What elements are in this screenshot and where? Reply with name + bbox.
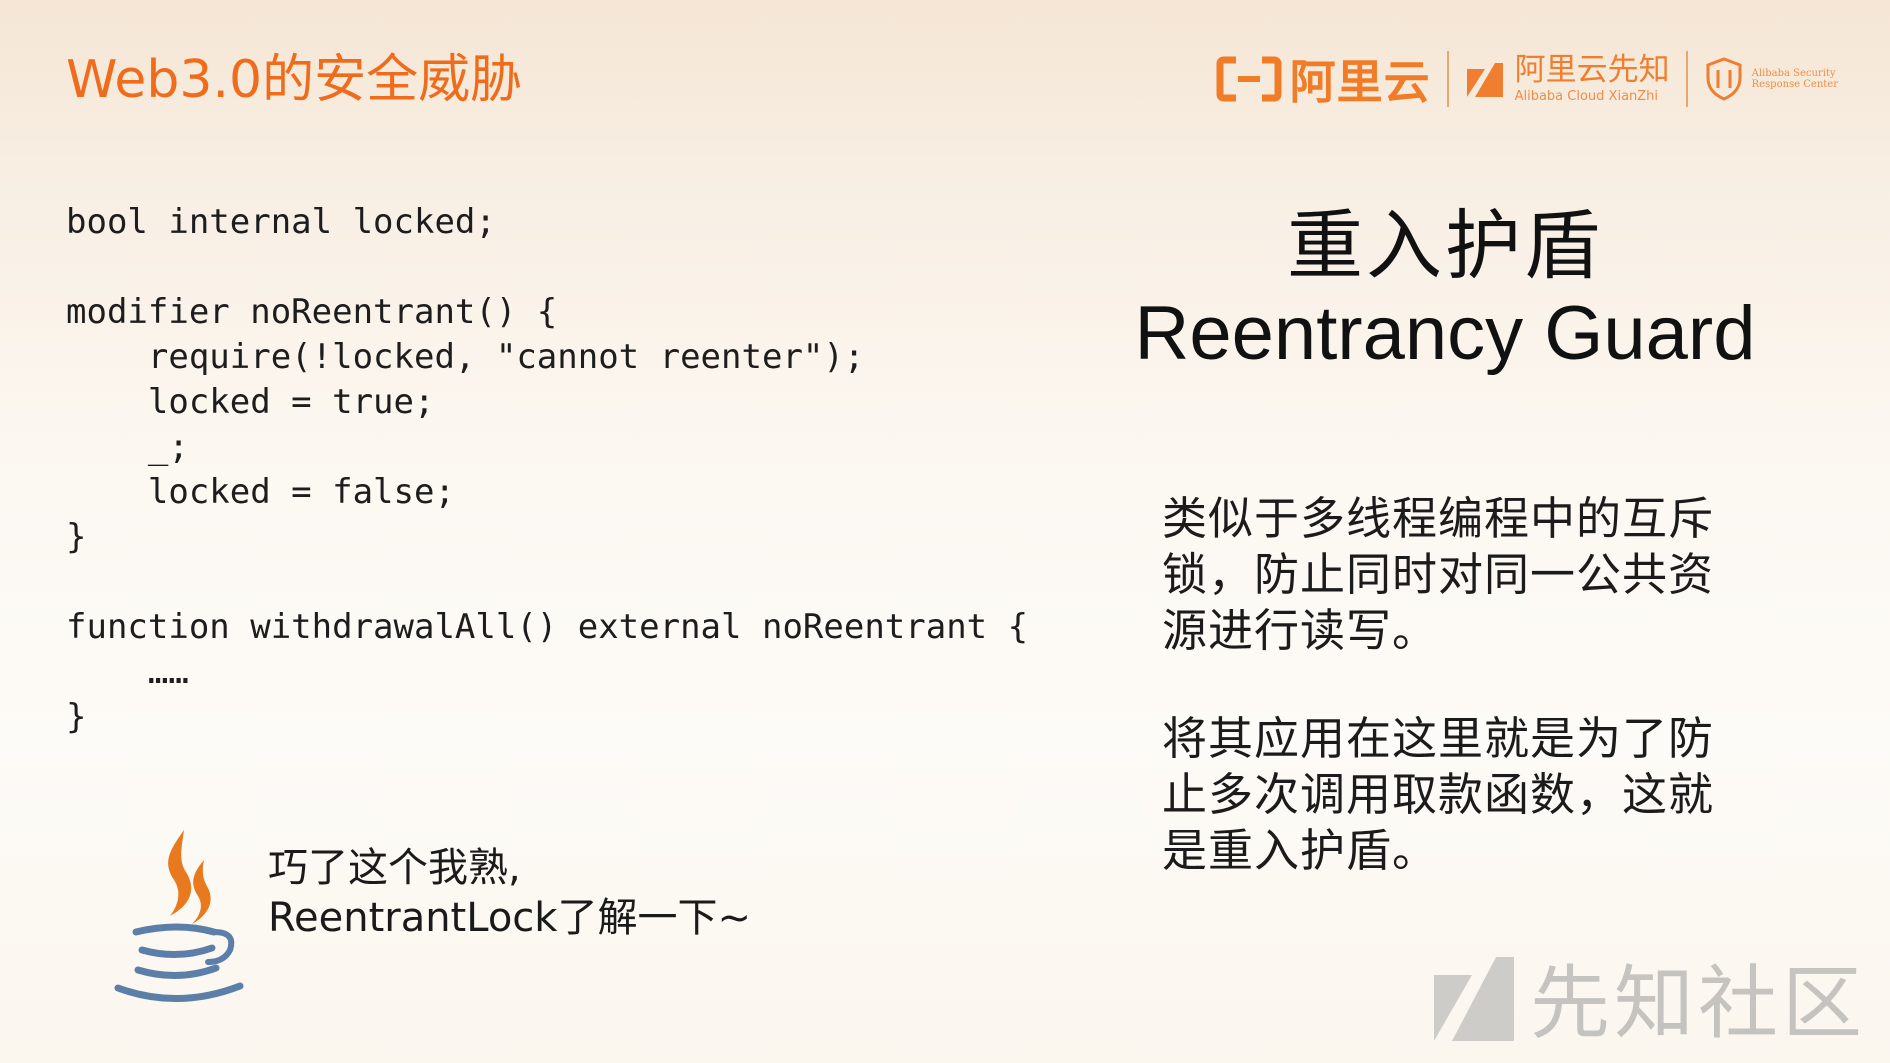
guard-title-en: Reentrancy Guard — [1134, 291, 1756, 376]
xianzhi-english-name: Alibaba Cloud XianZhi — [1514, 89, 1659, 104]
code-line: } — [66, 517, 87, 557]
note-line-1: 巧了这个我熟, — [268, 845, 521, 891]
note-line-2: ReentrantLock了解一下~ — [268, 895, 751, 941]
code-line: …… — [66, 652, 189, 692]
asrc-line-1: Alibaba Security — [1751, 68, 1836, 79]
asrc-line-2: Response Center — [1751, 79, 1838, 90]
code-line: } — [66, 697, 87, 737]
java-coffee-icon — [114, 830, 244, 1002]
aliyun-logo: 阿里云 — [1216, 46, 1431, 112]
xianzhi-logo: 阿里云先知 Alibaba Cloud XianZhi — [1465, 55, 1670, 103]
java-note: 巧了这个我熟, ReentrantLock了解一下~ — [268, 843, 751, 943]
reentrancy-guard-heading: 重入护盾 Reentrancy Guard — [1110, 200, 1780, 376]
xianzhi-name: 阿里云先知 — [1514, 52, 1670, 88]
code-line: _; — [66, 427, 189, 467]
code-line: locked = true; — [66, 382, 435, 422]
asrc-logo: Alibaba Security Response Center — [1704, 56, 1838, 102]
aliyun-bracket-icon — [1216, 56, 1282, 102]
watermark-text: 先知社区 — [1530, 957, 1866, 1050]
slide-title: Web3.0的安全威胁 — [66, 50, 523, 110]
xianzhi-watermark-icon — [1434, 957, 1514, 1041]
code-line: locked = false; — [66, 472, 455, 512]
slide: Web3.0的安全威胁 阿里云 阿里云先知 Alibaba Cloud Xian… — [0, 0, 1890, 1063]
xianzhi-mark-icon — [1466, 63, 1503, 97]
shield-icon — [1706, 57, 1742, 101]
code-line: function withdrawalAll() external noReen… — [66, 607, 1029, 647]
aliyun-name: 阿里云 — [1289, 55, 1431, 109]
guard-title-cn: 重入护盾 — [1287, 201, 1603, 290]
logo-divider — [1446, 51, 1449, 107]
description-paragraph-1: 类似于多线程编程中的互斥锁，防止同时对同一公共资源进行读写。 — [1162, 492, 1715, 657]
code-line: require(!locked, "cannot reenter"); — [66, 337, 865, 377]
watermark: 先知社区 — [1432, 939, 1866, 1055]
code-line: modifier noReentrant() { — [66, 292, 558, 332]
logo-divider-2 — [1685, 51, 1688, 107]
description-paragraph-2: 将其应用在这里就是为了防止多次调用取款函数，这就是重入护盾。 — [1162, 712, 1715, 877]
code-block: bool internal locked; modifier noReentran… — [66, 200, 1028, 740]
code-line: bool internal locked; — [66, 202, 496, 242]
header-logos: 阿里云 阿里云先知 Alibaba Cloud XianZhi Alibaba … — [1216, 46, 1838, 112]
